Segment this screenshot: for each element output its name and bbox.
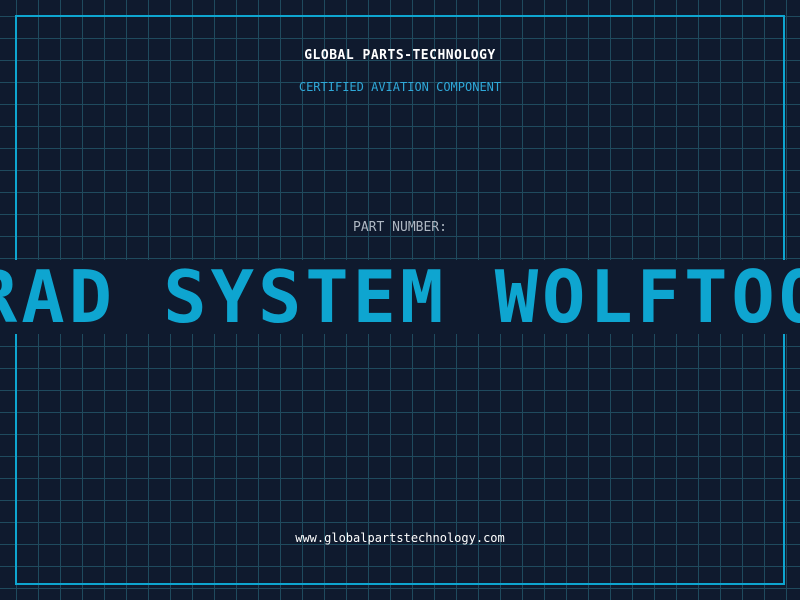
website-url: www.globalpartstechnology.com [295,531,505,545]
part-number-value: TRAD SYSTEM WOLFTOOL [0,260,800,334]
certificate-panel: GLOBAL PARTS-TECHNOLOGY CERTIFIED AVIATI… [0,0,800,600]
certification-subtitle: CERTIFIED AVIATION COMPONENT [298,80,502,94]
part-number-band: TRAD SYSTEM WOLFTOOL [0,260,800,334]
part-number-label: PART NUMBER: [353,220,447,235]
company-name: GLOBAL PARTS-TECHNOLOGY [304,48,496,63]
